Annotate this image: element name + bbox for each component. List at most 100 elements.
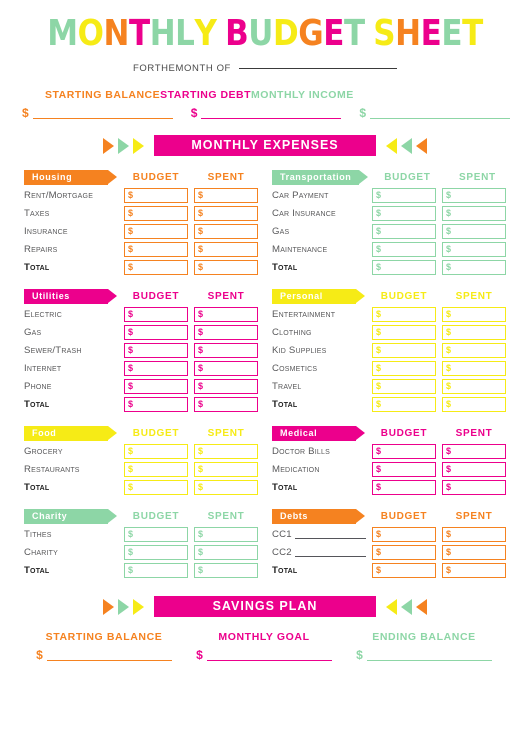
top-field-input[interactable] — [32, 107, 173, 119]
spent-input-cell[interactable]: $ — [442, 188, 506, 203]
expense-row: Car Insurance $ $ — [272, 206, 509, 221]
budget-input-cell[interactable]: $ — [124, 397, 188, 412]
spent-input-cell[interactable]: $ — [194, 325, 258, 340]
title-letter: T — [128, 13, 150, 54]
spent-input-cell[interactable]: $ — [194, 397, 258, 412]
budget-input-cell[interactable]: $ — [372, 224, 436, 239]
budget-input-cell[interactable]: $ — [372, 379, 436, 394]
budget-input-cell[interactable]: $ — [372, 188, 436, 203]
expense-row-label: Maintenance — [272, 244, 328, 255]
budget-input-cell[interactable]: $ — [372, 563, 436, 578]
spent-input-cell[interactable]: $ — [442, 242, 506, 257]
spent-input-cell[interactable]: $ — [194, 480, 258, 495]
spent-input-cell[interactable]: $ — [442, 563, 506, 578]
expense-row: Medication $ $ — [272, 462, 509, 477]
write-in-line[interactable] — [294, 548, 366, 557]
spent-input-cell[interactable]: $ — [442, 343, 506, 358]
top-fields-inputs: $ $ $ — [22, 107, 511, 119]
spent-input-cell[interactable]: $ — [194, 242, 258, 257]
spent-input-cell[interactable]: $ — [194, 563, 258, 578]
arrow-left-icon — [386, 137, 397, 154]
spent-input-cell[interactable]: $ — [194, 260, 258, 275]
budget-input-cell[interactable]: $ — [124, 242, 188, 257]
spent-input-cell[interactable]: $ — [194, 379, 258, 394]
budget-input-cell[interactable]: $ — [124, 563, 188, 578]
spent-input-cell[interactable]: $ — [442, 527, 506, 542]
spent-input-cell[interactable]: $ — [194, 188, 258, 203]
budget-input-cell[interactable]: $ — [372, 242, 436, 257]
savings-field-input[interactable] — [46, 649, 172, 661]
budget-input-cell[interactable]: $ — [372, 361, 436, 376]
spent-input-cell[interactable]: $ — [442, 545, 506, 560]
spent-input-cell[interactable]: $ — [194, 545, 258, 560]
write-in-line[interactable] — [294, 530, 366, 539]
spent-input-cell[interactable]: $ — [442, 325, 506, 340]
budget-input-cell[interactable]: $ — [124, 379, 188, 394]
top-field-input[interactable] — [370, 107, 511, 119]
budget-input-cell[interactable]: $ — [124, 480, 188, 495]
month-input-line[interactable] — [238, 68, 397, 69]
spent-input-cell[interactable]: $ — [194, 527, 258, 542]
spent-input-cell[interactable]: $ — [194, 206, 258, 221]
budget-input-cell[interactable]: $ — [372, 462, 436, 477]
budget-input-cell[interactable]: $ — [124, 444, 188, 459]
budget-input-cell[interactable]: $ — [372, 206, 436, 221]
budget-input-cell[interactable]: $ — [372, 325, 436, 340]
savings-field-input[interactable] — [206, 649, 332, 661]
expense-row: Entertainment $ $ — [272, 307, 509, 322]
spent-input-cell[interactable]: $ — [194, 307, 258, 322]
column-header-spent: SPENT — [458, 172, 496, 183]
dollar-sign: $ — [36, 648, 43, 662]
expense-section-debts: Debts BUDGET SPENT CC1 $ $ CC2 $ $ Total $ $ — [272, 509, 509, 578]
spent-input-cell[interactable]: $ — [442, 397, 506, 412]
expense-row: Travel $ $ — [272, 379, 509, 394]
budget-input-cell[interactable]: $ — [372, 545, 436, 560]
spent-input-cell[interactable]: $ — [442, 224, 506, 239]
budget-input-cell[interactable]: $ — [372, 260, 436, 275]
spent-input-cell[interactable]: $ — [194, 462, 258, 477]
budget-input-cell[interactable]: $ — [124, 206, 188, 221]
budget-input-cell[interactable]: $ — [124, 224, 188, 239]
spent-input-cell[interactable]: $ — [442, 462, 506, 477]
expense-row: Repairs $ $ — [24, 242, 258, 257]
amount-cells: $ $ — [124, 545, 258, 560]
expense-row: Doctor Bills $ $ — [272, 444, 509, 459]
expense-row-label: Insurance — [24, 226, 68, 237]
budget-input-cell[interactable]: $ — [372, 444, 436, 459]
title-letter: T — [343, 13, 365, 54]
spent-input-cell[interactable]: $ — [194, 444, 258, 459]
spent-input-cell[interactable]: $ — [442, 206, 506, 221]
budget-input-cell[interactable]: $ — [124, 325, 188, 340]
savings-field-input[interactable] — [366, 649, 492, 661]
budget-input-cell[interactable]: $ — [124, 527, 188, 542]
expense-row-label: Travel — [272, 381, 302, 392]
expense-row-label: Medication — [272, 464, 320, 475]
amount-cells: $ $ — [372, 343, 506, 358]
spent-input-cell[interactable]: $ — [442, 361, 506, 376]
budget-input-cell[interactable]: $ — [372, 343, 436, 358]
budget-input-cell[interactable]: $ — [124, 343, 188, 358]
title-letter: U — [248, 13, 273, 54]
spent-input-cell[interactable]: $ — [194, 361, 258, 376]
budget-input-cell[interactable]: $ — [124, 188, 188, 203]
top-field-input[interactable] — [201, 107, 342, 119]
budget-input-cell[interactable]: $ — [372, 307, 436, 322]
spent-input-cell[interactable]: $ — [442, 260, 506, 275]
budget-input-cell[interactable]: $ — [372, 397, 436, 412]
budget-input-cell[interactable]: $ — [124, 361, 188, 376]
savings-field-label: STARTING BALANCE — [45, 631, 163, 643]
budget-input-cell[interactable]: $ — [124, 260, 188, 275]
section-title-tag: Utilities — [24, 289, 117, 304]
spent-input-cell[interactable]: $ — [442, 444, 506, 459]
title-letter: E — [323, 13, 344, 54]
spent-input-cell[interactable]: $ — [442, 480, 506, 495]
budget-input-cell[interactable]: $ — [372, 527, 436, 542]
spent-input-cell[interactable]: $ — [194, 343, 258, 358]
budget-input-cell[interactable]: $ — [372, 480, 436, 495]
budget-input-cell[interactable]: $ — [124, 462, 188, 477]
spent-input-cell[interactable]: $ — [442, 307, 506, 322]
budget-input-cell[interactable]: $ — [124, 545, 188, 560]
spent-input-cell[interactable]: $ — [442, 379, 506, 394]
budget-input-cell[interactable]: $ — [124, 307, 188, 322]
spent-input-cell[interactable]: $ — [194, 224, 258, 239]
